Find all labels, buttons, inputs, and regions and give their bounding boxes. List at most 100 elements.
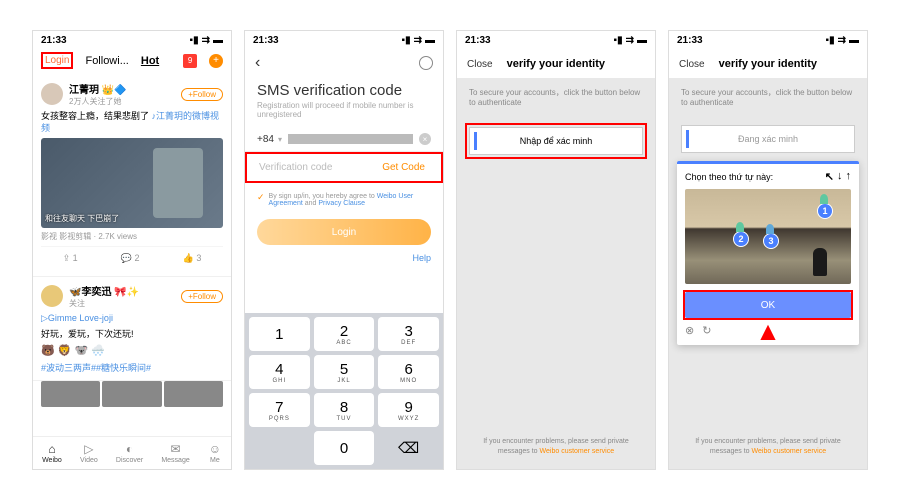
video-caption: 和往友聊天 下巴崩了 [45,213,119,224]
avatar[interactable] [41,285,63,307]
captcha-image[interactable]: 1 2 3 [685,189,851,284]
status-icons: ▪▮ ⇉ ▬ [190,35,223,46]
discover-icon: ◐ [123,442,137,456]
follow-button[interactable]: +Follow [181,290,223,303]
signal-icon: ▪▮ [190,35,199,46]
captcha-instruction: Chọn theo thứ tự này: [685,172,773,182]
captcha-dialog: Chọn theo thứ tự này: ↖ ↓ ↑ 1 2 3 OK ⊗ ↻… [677,161,859,345]
post-thumbnails [33,381,231,407]
tab-weibo[interactable]: ⌂Weibo [42,442,62,464]
post-username[interactable]: 🦋李奕迅 🎀✨ [69,283,175,298]
post-hashtag[interactable]: #波动三两声##糖快乐瞬间# [41,361,223,374]
highlight-box: Nhập để xác minh [465,123,647,159]
close-button[interactable]: Close [467,59,493,70]
phone-field[interactable]: +84 ▾ × [245,127,443,152]
verify-button[interactable]: Nhập để xác minh [469,127,643,155]
chevron-down-icon: ▾ [278,135,282,144]
notification-badge[interactable]: 9 [183,54,197,68]
status-time: 21:33 [677,35,703,46]
tab-discover[interactable]: ◐Discover [116,442,143,464]
thumbnail[interactable] [102,381,161,407]
wifi-icon: ⇉ [626,35,634,46]
key-5[interactable]: 5JKL [314,355,375,389]
phone-feed: 21:33 ▪▮ ⇉ ▬ Login Followi... Hot 9 + 江菁… [32,30,232,470]
status-time: 21:33 [465,35,491,46]
arrow-nw-icon: ↖ [825,170,834,183]
phone-input-masked[interactable] [288,134,413,144]
tab-following[interactable]: Followi... [85,55,128,67]
key-7[interactable]: 7PQRS [249,393,310,427]
person-icon: ☺ [208,442,222,456]
captcha-marker-3[interactable]: 3 [763,233,779,249]
checkbox-icon[interactable]: ✓ [257,192,265,203]
privacy-link[interactable]: Privacy Clause [318,200,365,207]
customer-service-link[interactable]: Weibo customer service [752,448,827,455]
battery-icon: ▬ [213,35,223,46]
gear-icon[interactable] [419,56,433,70]
post-music-link[interactable]: ▷Gimme Love-joji [41,313,223,325]
verify-title: verify your identity [705,58,831,70]
post-emoji: 🐻 🦁 🐨 🌨️ [41,344,223,357]
post-video[interactable]: 和往友聊天 下巴崩了 [41,138,223,228]
post-subtitle: 关注 [69,298,175,309]
key-2[interactable]: 2ABC [314,317,375,351]
key-8[interactable]: 8TUV [314,393,375,427]
share-action[interactable]: ⇪ 1 [63,253,78,264]
thumbnail[interactable] [164,381,223,407]
customer-service-link[interactable]: Weibo customer service [540,448,615,455]
tab-video[interactable]: ▷Video [80,442,98,464]
tab-message[interactable]: ✉Message [161,442,189,464]
post-1: 江菁玥 👑🔷 2万人关注了她 +Follow 女孩整容上瘾，结果悲剧了 ♪江菁玥… [33,75,231,277]
ok-button[interactable]: OK [685,292,851,318]
clear-icon[interactable]: × [419,133,431,145]
verify-info: To secure your accounts，click the button… [669,78,867,119]
status-time: 21:33 [253,35,279,46]
refresh-icon[interactable]: ↻ [702,324,711,337]
like-action[interactable]: 👍 3 [183,253,202,264]
post-subtitle: 2万人关注了她 [69,96,175,107]
phone-verify-prompt: 21:33 ▪▮ ⇉ ▬ Close verify your identity … [456,30,656,470]
top-tabs: Login Followi... Hot 9 + [33,50,231,75]
tab-me[interactable]: ☺Me [208,442,222,464]
key-backspace[interactable]: ⌫ [378,431,439,465]
agreement-text: ✓ By sign up/in, you hereby agree to Wei… [245,183,443,215]
number-keypad: 1 2ABC 3DEF 4GHI 5JKL 6MNO 7PQRS 8TUV 9W… [245,313,443,469]
video-icon: ▷ [82,442,96,456]
get-code-button[interactable]: Get Code [378,160,429,175]
tab-login[interactable]: Login [41,52,73,69]
captcha-marker-2[interactable]: 2 [733,231,749,247]
captcha-silhouette [813,248,827,276]
verify-info: To secure your accounts，click the button… [457,78,655,119]
compose-button[interactable]: + [209,54,223,68]
key-0[interactable]: 0 [314,431,375,465]
country-code[interactable]: +84 [257,134,274,145]
comment-action[interactable]: 💬 2 [121,253,140,264]
video-meta: 影视 影视剪辑 · 2.7K views [41,231,223,242]
key-1[interactable]: 1 [249,317,310,351]
follow-button[interactable]: +Follow [181,88,223,101]
key-3[interactable]: 3DEF [378,317,439,351]
signal-icon: ▪▮ [614,35,623,46]
avatar[interactable] [41,83,63,105]
signal-icon: ▪▮ [826,35,835,46]
code-input[interactable]: Verification code [259,162,378,173]
close-button[interactable]: Close [679,59,705,70]
post-text: 女孩整容上瘾，结果悲剧了 ♪江菁玥的微博视频 [41,111,223,134]
key-6[interactable]: 6MNO [378,355,439,389]
status-time: 21:33 [41,35,67,46]
captcha-marker-1[interactable]: 1 [817,203,833,219]
status-icons: ▪▮ ⇉ ▬ [614,35,647,46]
help-link[interactable]: Help [245,249,443,267]
thumbnail[interactable] [41,381,100,407]
tab-hot[interactable]: Hot [141,55,159,67]
page-title: SMS verification code [245,76,443,101]
back-button[interactable]: ‹ [255,54,260,72]
key-4[interactable]: 4GHI [249,355,310,389]
post-2: 🦋李奕迅 🎀✨ 关注 +Follow ▷Gimme Love-joji 好玩，爱… [33,277,231,380]
close-icon[interactable]: ⊗ [685,324,694,337]
verify-button-loading: Đang xác minh [681,125,855,153]
login-button[interactable]: Login [257,219,431,245]
key-9[interactable]: 9WXYZ [378,393,439,427]
key-blank [249,431,310,465]
post-username[interactable]: 江菁玥 👑🔷 [69,81,175,96]
